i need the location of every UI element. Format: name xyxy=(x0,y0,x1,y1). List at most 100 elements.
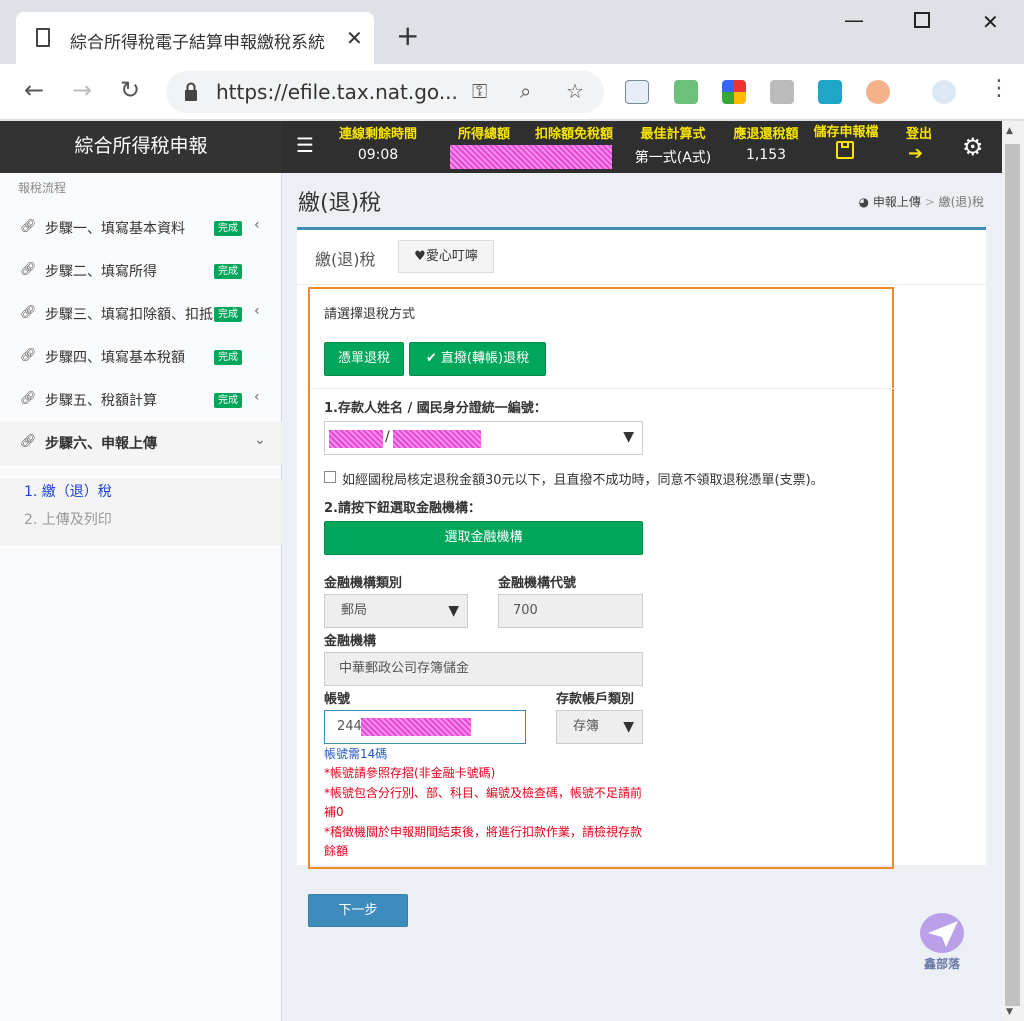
tab-care-reminder[interactable]: ♥愛心叮嚀 xyxy=(398,240,494,273)
status-badge: 完成 xyxy=(214,393,242,408)
account-input[interactable]: 244 xyxy=(324,710,526,744)
browser-tab[interactable]: 綜合所得稅電子結算申報繳稅系統 ✕ xyxy=(16,12,374,64)
bank-type-label: 金融機構類別 xyxy=(324,576,403,591)
scroll-down-icon[interactable]: ▼ xyxy=(1006,1007,1013,1017)
gear-icon[interactable]: ⚙ xyxy=(962,133,984,161)
dropdown-caret-icon: ▼ xyxy=(448,603,459,619)
save-label[interactable]: 儲存申報檔 xyxy=(806,121,886,140)
paper-plane-icon xyxy=(920,913,964,953)
top-navbar: 綜合所得稅申報 ☰ 連線剩餘時間 09:08 所得總額 扣除額免稅額 最佳計算式… xyxy=(0,121,1002,173)
select-bank-button[interactable]: 選取金融機構 xyxy=(324,521,643,555)
status-badge: 完成 xyxy=(214,307,242,322)
countdown-label: 連線剩餘時間 xyxy=(338,127,417,142)
link-icon: 🔗︎ xyxy=(20,219,37,234)
sidebar-item-step2[interactable]: 🔗︎ 步驟二、填寫所得 完成 xyxy=(0,250,282,293)
url-text: https://efile.tax.nat.go... xyxy=(216,80,456,104)
link-icon: 🔗︎ xyxy=(20,391,37,406)
brand-title[interactable]: 綜合所得稅申報 xyxy=(0,121,282,173)
chevron-left-icon: ‹ xyxy=(254,303,260,319)
sidebar-item-step3[interactable]: 🔗︎ 步驟三、填寫扣除額、扣抵 完成 ‹ xyxy=(0,293,282,336)
sidebar-item-step4[interactable]: 🔗︎ 步驟四、填寫基本稅額 完成 xyxy=(0,336,282,379)
browser-tab-bar: 綜合所得稅電子結算申報繳稅系統 ✕ + — ✕ xyxy=(0,0,1024,64)
hamburger-icon[interactable]: ☰ xyxy=(296,133,314,157)
best-formula-value: 第一式(A式) xyxy=(634,150,712,166)
minimize-icon[interactable]: — xyxy=(844,8,864,32)
redacted-name xyxy=(329,430,383,448)
extension-share-icon[interactable] xyxy=(818,80,842,104)
star-icon[interactable]: ☆ xyxy=(566,79,584,103)
section-label: 請選擇退稅方式 xyxy=(324,307,416,322)
link-icon: 🔗︎ xyxy=(20,434,37,449)
breadcrumb-current: 繳(退)稅 xyxy=(938,195,984,209)
best-formula-label: 最佳計算式 xyxy=(640,127,706,142)
direct-transfer-refund-button[interactable]: ✔ 直撥(轉帳)退稅 xyxy=(409,342,546,376)
form-box: 繳(退)稅 ♥愛心叮嚀 請選擇退稅方式 憑單退稅 ✔ 直撥(轉帳)退稅 1.存款… xyxy=(297,227,986,869)
zoom-icon[interactable]: ⌕ xyxy=(520,79,531,103)
forward-icon[interactable]: → xyxy=(72,78,92,102)
extension-check-icon[interactable] xyxy=(674,80,698,104)
menu-icon[interactable]: ⋮ xyxy=(988,78,1010,100)
account-digits-note: 帳號需14碼 xyxy=(324,747,388,761)
bank-label: 金融機構 xyxy=(324,634,377,649)
step-label: 步驟三、填寫扣除額、扣抵 xyxy=(45,307,213,323)
scroll-thumb[interactable] xyxy=(1005,144,1020,1006)
extension-clipboard-icon[interactable] xyxy=(770,80,794,104)
bank-type-select[interactable]: 郵局 ▼ xyxy=(324,594,468,628)
logout-icon[interactable]: ➔ xyxy=(908,143,923,164)
link-icon: 🔗︎ xyxy=(20,262,37,277)
back-icon[interactable]: ← xyxy=(24,78,44,102)
sidebar-item-step1[interactable]: 🔗︎ 步驟一、填寫基本資料 完成 ‹ xyxy=(0,207,282,250)
sidebar-item-step5[interactable]: 🔗︎ 步驟五、稅額計算 完成 ‹ xyxy=(0,379,282,422)
reload-icon[interactable]: ↻ xyxy=(120,78,140,102)
status-badge: 完成 xyxy=(214,350,242,365)
link-icon: 🔗︎ xyxy=(20,348,37,363)
profile-avatar-icon[interactable] xyxy=(932,80,956,104)
key-icon[interactable]: ⚿ xyxy=(472,79,487,103)
bank-name-field: 中華郵政公司存簿儲金 xyxy=(324,652,643,686)
step-label: 步驟五、稅額計算 xyxy=(45,393,157,409)
extension-color-icon[interactable] xyxy=(722,80,746,104)
next-step-button[interactable]: 下一步 xyxy=(308,894,408,927)
sidebar-item-step6[interactable]: 🔗︎ 步驟六、申報上傳 ⌄ xyxy=(0,422,282,465)
countdown-value: 09:08 xyxy=(357,147,399,163)
refund-label: 應退還稅額 xyxy=(733,127,799,142)
account-note-1: *帳號請參照存摺(非金融卡號碼) xyxy=(324,766,496,780)
depositor-select[interactable]: / ▼ xyxy=(324,421,643,455)
subnav-pay-refund[interactable]: 1. 繳（退）稅 xyxy=(24,481,112,501)
sidebar: 報稅流程 🔗︎ 步驟一、填寫基本資料 完成 ‹ 🔗︎ 步驟二、填寫所得 完成 🔗… xyxy=(0,173,282,1021)
subnav-upload-print[interactable]: 2. 上傳及列印 xyxy=(24,509,112,529)
window-close-icon[interactable]: ✕ xyxy=(982,10,999,34)
breadcrumb: ◕ 申報上傳 > 繳(退)稅 xyxy=(859,193,984,210)
tab-title: 綜合所得稅電子結算申報繳稅系統 xyxy=(70,33,325,53)
depositor-label: 1.存款人姓名 / 國民身分證統一編號： xyxy=(324,401,547,416)
select-bank-label: 2.請按下鈕選取金融機構： xyxy=(324,501,481,516)
bank-code-field: 700 xyxy=(498,594,643,628)
voucher-refund-button[interactable]: 憑單退稅 xyxy=(324,342,404,376)
waive-voucher-checkbox[interactable] xyxy=(324,471,336,483)
name-id-separator: / xyxy=(385,429,390,445)
step-label: 步驟二、填寫所得 xyxy=(45,264,157,280)
tab-pay-refund[interactable]: 繳(退)稅 xyxy=(315,246,376,270)
address-bar: ← → ↻ https://efile.tax.nat.go... ⚿ ⌕ ☆ … xyxy=(0,64,1024,120)
chevron-left-icon: ‹ xyxy=(254,217,260,233)
maximize-icon[interactable] xyxy=(914,12,930,28)
account-value: 244 xyxy=(337,719,362,734)
section-divider xyxy=(310,388,896,389)
refund-method-panel: 請選擇退稅方式 憑單退稅 ✔ 直撥(轉帳)退稅 1.存款人姓名 / 國民身分證統… xyxy=(308,287,896,869)
extension-pages-icon[interactable] xyxy=(625,80,649,104)
save-icon[interactable] xyxy=(836,141,854,159)
redacted-id xyxy=(393,430,481,448)
new-tab-button[interactable]: + xyxy=(396,22,419,50)
waive-voucher-label: 如經國稅局核定退稅金額30元以下，且直撥不成功時，同意不領取退稅憑單(支票)。 xyxy=(342,473,824,488)
logout-label[interactable]: 登出 xyxy=(896,123,942,142)
scroll-up-icon[interactable]: ▲ xyxy=(1006,126,1013,136)
web-page: 綜合所得稅申報 ☰ 連線剩餘時間 09:08 所得總額 扣除額免稅額 最佳計算式… xyxy=(0,121,1002,1021)
url-input[interactable]: https://efile.tax.nat.go... ⚿ ⌕ ☆ xyxy=(166,71,604,113)
extension-avatar-icon[interactable] xyxy=(866,80,890,104)
income-label: 所得總額 xyxy=(457,127,510,142)
bank-code-label: 金融機構代號 xyxy=(498,576,577,591)
close-tab-icon[interactable]: ✕ xyxy=(346,26,363,50)
breadcrumb-home[interactable]: 申報上傳 xyxy=(873,195,921,209)
account-type-select[interactable]: 存簿 ▼ xyxy=(556,710,643,744)
step-label: 步驟一、填寫基本資料 xyxy=(45,221,185,237)
